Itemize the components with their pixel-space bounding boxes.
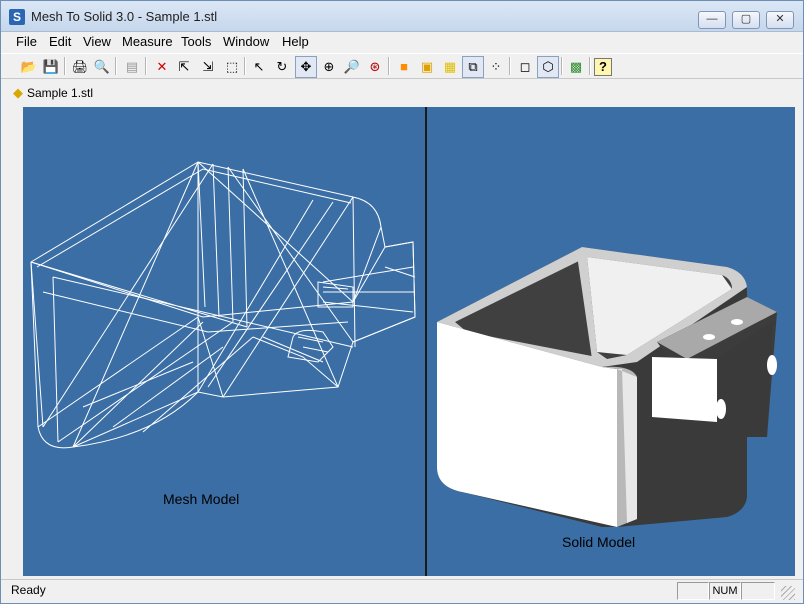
flat-icon: ▦ [443, 59, 457, 74]
minimize-button[interactable]: — [698, 11, 726, 29]
model-file-icon: ◆ [13, 85, 23, 100]
shaded-edges-icon: ▣ [420, 59, 434, 74]
zoom-in-icon: ⊕ [323, 59, 335, 74]
status-text: Ready [11, 583, 46, 597]
print-preview-button[interactable]: 🔍 [91, 56, 113, 78]
app-icon[interactable]: S [9, 9, 25, 25]
close-button[interactable]: ✕ [766, 11, 794, 29]
zoom-all-icon: ⊛ [369, 59, 381, 74]
rotate-icon: ↻ [276, 59, 288, 74]
print-icon: 🖨 [71, 59, 89, 74]
toolbar-separator [589, 57, 591, 75]
shaded-edges-button[interactable]: ▣ [416, 56, 438, 78]
select-window-icon: ⬚ [225, 59, 239, 74]
toolbar-separator [509, 57, 511, 75]
status-indicator-blank [677, 582, 709, 600]
menu-edit[interactable]: Edit [49, 34, 71, 49]
pointer-button[interactable]: ↖ [248, 56, 270, 78]
open-icon: 📂 [20, 59, 38, 74]
select-window-button[interactable]: ⬚ [221, 56, 243, 78]
mesh-model-caption: Mesh Model [163, 491, 239, 507]
screenshot-button[interactable]: ▩ [565, 56, 587, 78]
maximize-button[interactable]: ▢ [732, 11, 760, 29]
window-title: Mesh To Solid 3.0 - Sample 1.stl [31, 9, 218, 24]
zoom-all-button[interactable]: ⊛ [364, 56, 386, 78]
solid-viewport[interactable]: Solid Model [427, 107, 795, 576]
toolbar-separator [115, 57, 117, 75]
select-icon: ⇱ [178, 59, 190, 74]
iso-view-icon: ⬡ [542, 59, 554, 74]
document-tab-label: Sample 1.stl [27, 86, 94, 100]
pan-button[interactable]: ✥ [295, 56, 317, 78]
solid-model-render: Solid Model [437, 247, 777, 550]
flat-button[interactable]: ▦ [439, 56, 461, 78]
iso-view-button[interactable]: ⬡ [537, 56, 559, 78]
num-lock-indicator: NUM [709, 582, 741, 600]
zoom-in-button[interactable]: ⊕ [318, 56, 340, 78]
solid-model-caption: Solid Model [562, 534, 635, 550]
zoom-icon: 🔎 [343, 59, 361, 74]
menu-bar: File Edit View Measure Tools Window Help [1, 32, 803, 52]
zoom-button[interactable]: 🔎 [341, 56, 363, 78]
shaded-icon: ■ [400, 59, 408, 74]
toolbar-separator [145, 57, 147, 75]
box-view-button[interactable]: ◻ [514, 56, 536, 78]
wireframe-button[interactable]: ⧉ [462, 56, 484, 78]
menu-measure[interactable]: Measure [122, 34, 173, 49]
properties-button[interactable]: ▤ [121, 56, 143, 78]
print-preview-icon: 🔍 [93, 59, 111, 74]
toolbar: 📂 💾 🖨 🔍 ▤ ✕ ⇱ ⇲ ⬚ ↖ ↻ ✥ ⊕ 🔎 ⊛ ■ ▣ ▦ ⧉ ⁘ … [1, 53, 803, 79]
toolbar-separator [244, 57, 246, 75]
select-add-icon: ⇲ [202, 59, 214, 74]
toolbar-separator [64, 57, 66, 75]
wireframe-icon: ⧉ [468, 59, 478, 74]
select-button[interactable]: ⇱ [173, 56, 195, 78]
rotate-button[interactable]: ↻ [271, 56, 293, 78]
box-view-icon: ◻ [519, 59, 531, 74]
points-icon: ⁘ [490, 59, 502, 74]
status-indicator-blank [741, 582, 775, 600]
help-button[interactable]: ? [594, 58, 612, 76]
mesh-model-wireframe: Mesh Model [30, 161, 416, 507]
print-button[interactable]: 🖨 [69, 56, 91, 78]
status-bar: Ready NUM [1, 579, 803, 602]
app-window: S Mesh To Solid 3.0 - Sample 1.stl — ▢ ✕… [0, 0, 804, 604]
shaded-button[interactable]: ■ [393, 56, 415, 78]
menu-help[interactable]: Help [282, 34, 309, 49]
pointer-icon: ↖ [253, 59, 265, 74]
document-tab[interactable]: ◆ Sample 1.stl [13, 85, 93, 101]
screenshot-icon: ▩ [569, 59, 583, 74]
toolbar-separator [561, 57, 563, 75]
resize-grip[interactable] [781, 586, 795, 600]
menu-tools[interactable]: Tools [181, 34, 211, 49]
toolbar-separator [388, 57, 390, 75]
menu-view[interactable]: View [83, 34, 111, 49]
menu-window[interactable]: Window [223, 34, 269, 49]
select-add-button[interactable]: ⇲ [197, 56, 219, 78]
menu-file[interactable]: File [16, 34, 37, 49]
save-button[interactable]: 💾 [40, 56, 62, 78]
properties-icon: ▤ [125, 59, 139, 74]
pan-icon: ✥ [300, 59, 312, 74]
mesh-viewport[interactable]: Mesh Model [23, 107, 425, 576]
help-icon: ? [599, 59, 607, 74]
open-button[interactable]: 📂 [18, 56, 40, 78]
points-button[interactable]: ⁘ [485, 56, 507, 78]
save-icon: 💾 [42, 59, 60, 74]
title-bar[interactable]: S Mesh To Solid 3.0 - Sample 1.stl — ▢ ✕ [1, 1, 803, 32]
delete-button[interactable]: ✕ [151, 56, 173, 78]
delete-icon: ✕ [156, 59, 168, 74]
